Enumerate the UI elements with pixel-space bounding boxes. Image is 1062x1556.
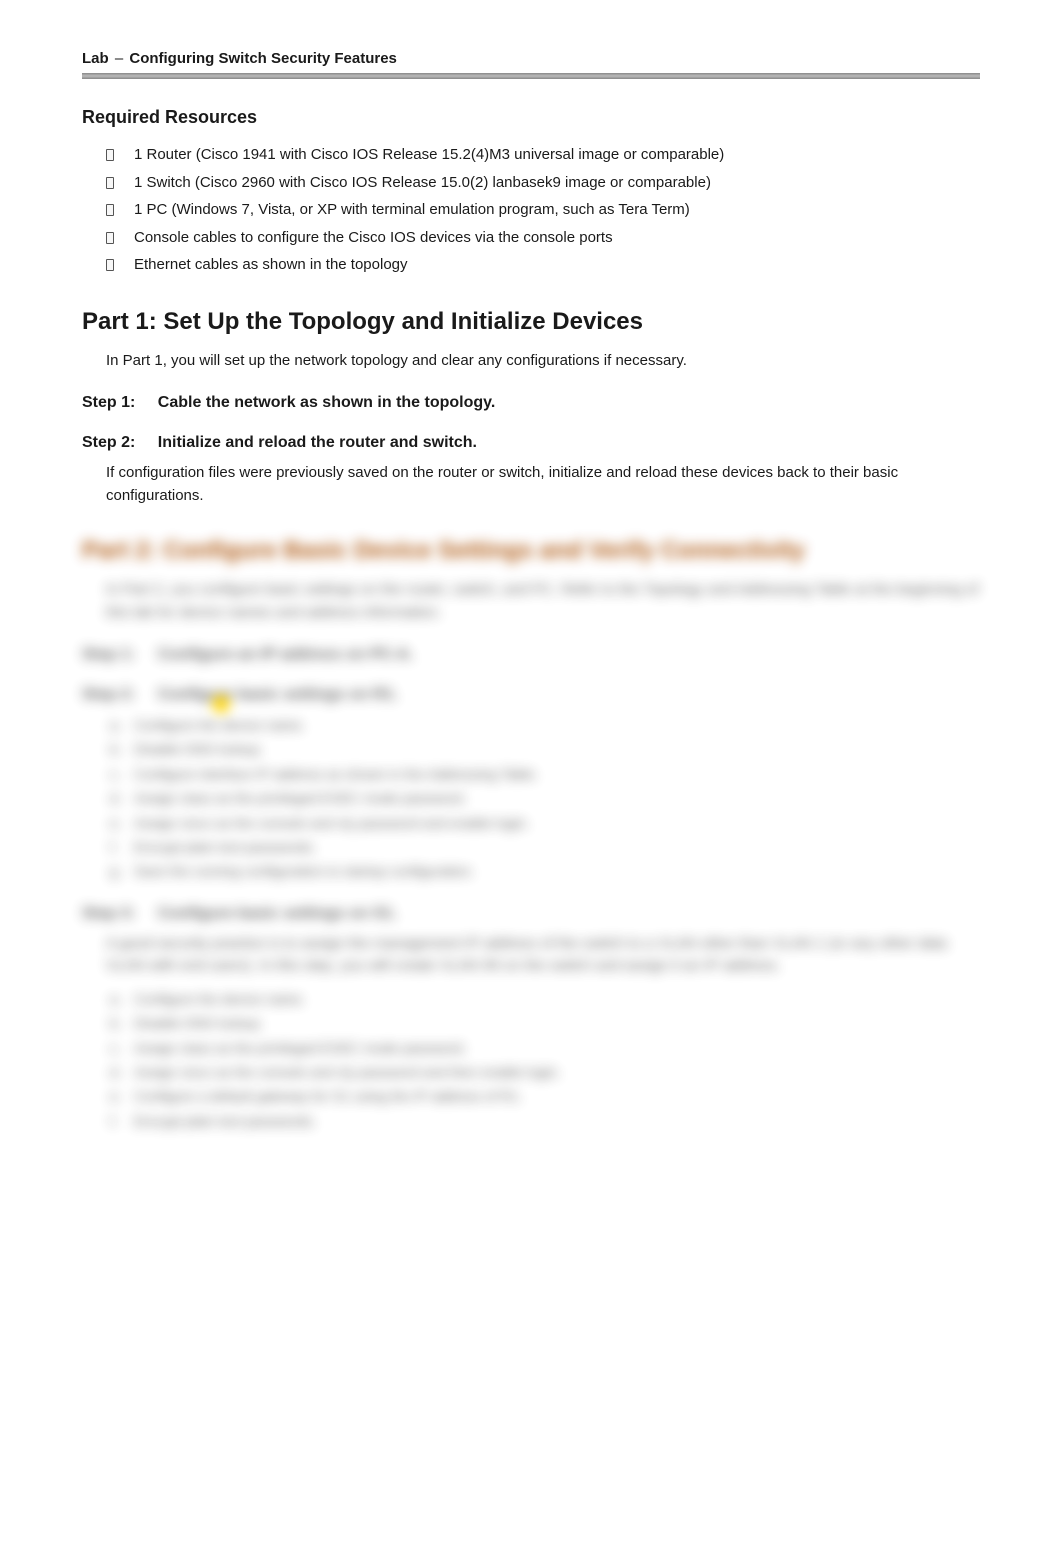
part2-step2-list: Configure the device name. Disable DNS l… [110,714,980,883]
list-item: Configure the device name. [110,988,980,1010]
part2-step3-body: A good security practice is to assign th… [106,933,980,978]
part2-step3-heading: Step 3: Configure basic settings on S1. [82,905,980,923]
step-number: Step 2: [82,686,135,703]
list-item: Configure the device name. [110,714,980,736]
part1-intro: In Part 1, you will set up the network t… [106,350,980,373]
part1-step1-heading: Step 1: Cable the network as shown in th… [82,394,980,412]
list-item: Configure a default gateway for S1 using… [110,1085,980,1107]
step-number: Step 1: [82,394,135,411]
header-prefix: Lab [82,50,109,67]
part2-step1-heading: Step 1: Configure an IP address on PC-A. [82,646,980,664]
header-title: Configuring Switch Security Features [129,50,397,67]
header-divider [82,73,980,79]
step-text: Cable the network as shown in the topolo… [158,394,496,411]
resources-list: 1 Router (Cisco 1941 with Cisco IOS Rele… [106,142,980,278]
list-item: Assign class as the privileged EXEC mode… [110,1037,980,1059]
step-text: Configure basic settings on S1. [158,905,397,922]
step-text: Initialize and reload the router and swi… [158,434,477,451]
header-dash: – [115,50,123,67]
part2-heading: Part 2: Configure Basic Device Settings … [82,537,980,565]
list-item: Assign cisco as the console and vty pass… [110,1061,980,1083]
step-number: Step 1: [82,646,135,663]
list-item: 1 Router (Cisco 1941 with Cisco IOS Rele… [106,142,980,168]
page-header: Lab – Configuring Switch Security Featur… [82,50,980,67]
list-item: Disable DNS lookup. [110,738,980,760]
part1-heading: Part 1: Set Up the Topology and Initiali… [82,308,980,336]
part1-step2-body: If configuration files were previously s… [106,462,980,507]
list-item: Encrypt plain text passwords. [110,836,980,858]
part1-step2-heading: Step 2: Initialize and reload the router… [82,434,980,452]
highlight-icon [212,695,230,713]
list-item: Configure interface IP address as shown … [110,763,980,785]
list-item: Console cables to configure the Cisco IO… [106,225,980,251]
list-item: Disable DNS lookup. [110,1012,980,1034]
list-item: Assign cisco as the console and vty pass… [110,812,980,834]
locked-content-preview: Part 2: Configure Basic Device Settings … [82,537,980,1132]
part2-step3-list: Configure the device name. Disable DNS l… [110,988,980,1132]
step-text: Configure an IP address on PC-A. [158,646,414,663]
list-item: Save the running configuration to startu… [110,860,980,882]
part2-intro: In Part 2, you configure basic settings … [106,579,980,624]
list-item: Ethernet cables as shown in the topology [106,252,980,278]
step-number: Step 3: [82,905,135,922]
list-item: 1 Switch (Cisco 2960 with Cisco IOS Rele… [106,170,980,196]
step-number: Step 2: [82,434,135,451]
list-item: Encrypt plain text passwords. [110,1110,980,1132]
required-resources-heading: Required Resources [82,107,980,128]
step-text: Configure basic settings on R1. [158,686,398,703]
list-item: Assign class as the privileged EXEC mode… [110,787,980,809]
list-item: 1 PC (Windows 7, Vista, or XP with termi… [106,197,980,223]
